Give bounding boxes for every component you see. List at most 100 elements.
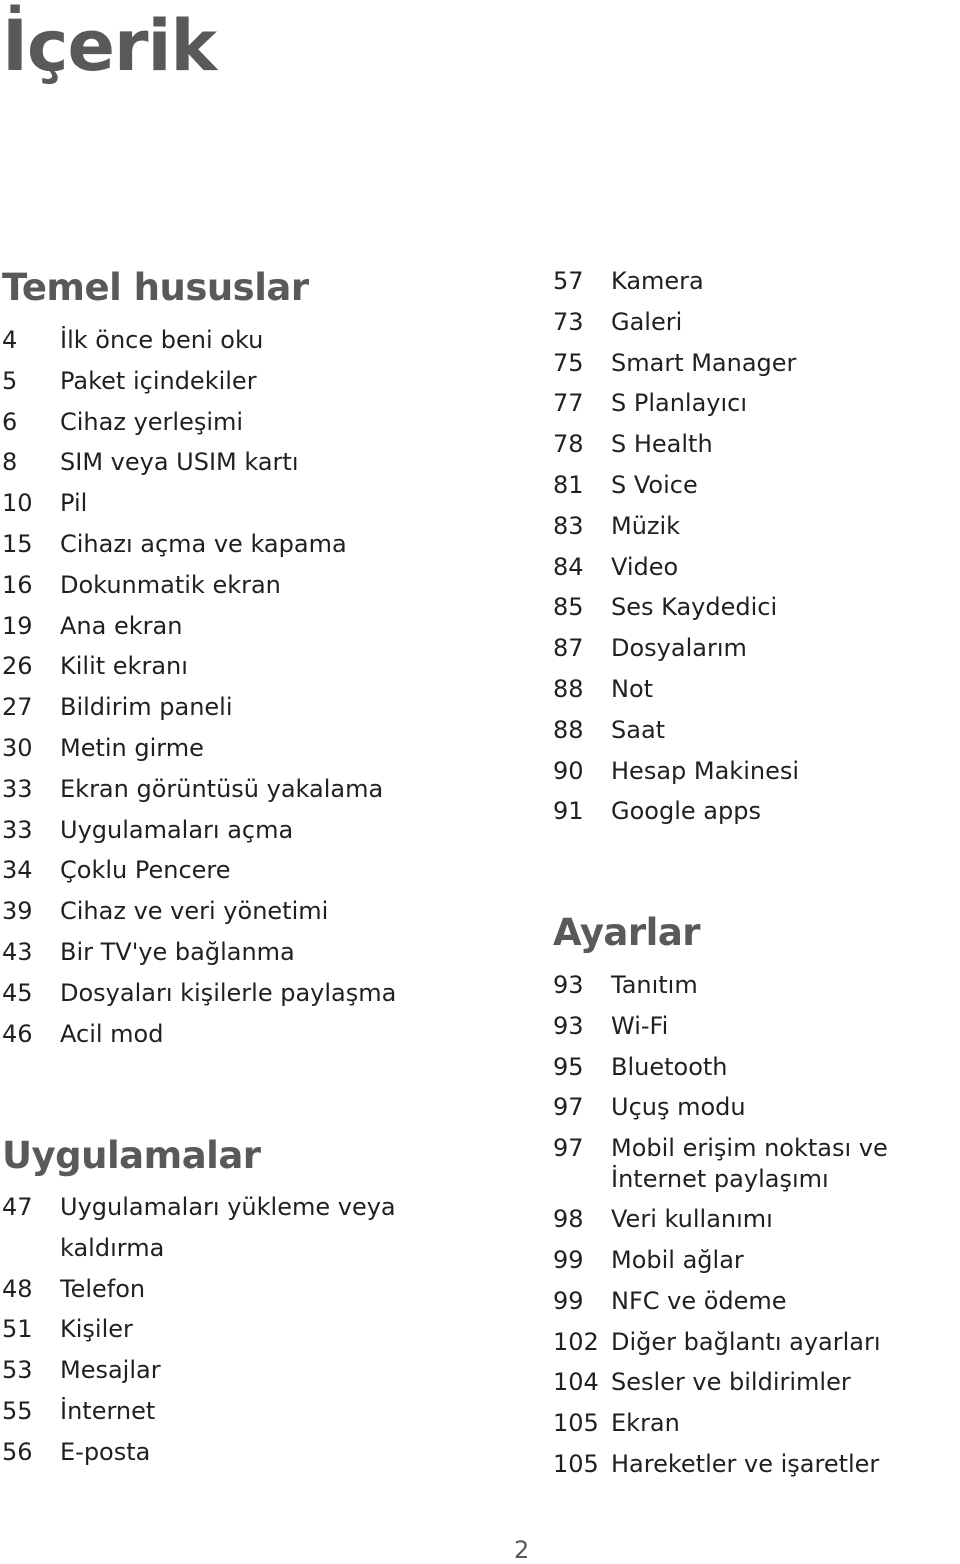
toc-entry-label: Sesler ve bildirimler	[611, 1368, 851, 1397]
toc-entry-label: Diğer bağlantı ayarları	[611, 1327, 881, 1356]
toc-entry[interactable]: 27 Bildirim paneli	[2, 687, 502, 728]
toc-entry[interactable]: 33 Ekran görüntüsü yakalama	[2, 769, 502, 810]
toc-entry-page: 33	[2, 774, 33, 803]
toc-entry[interactable]: 56 E-posta	[2, 1432, 502, 1473]
toc-entry-label: Kamera	[611, 267, 704, 295]
toc-list-uygulamalar: 47 Uygulamaları yükleme veya kaldırma 48 Te…	[2, 1187, 502, 1473]
toc-entry[interactable]: 43 Bir TV'ye bağlanma	[2, 932, 502, 973]
toc-entry-page: 51	[2, 1315, 33, 1344]
toc-entry-label: Cihazı açma ve kapama	[60, 529, 347, 558]
toc-entry[interactable]: 73 Galeri	[553, 302, 960, 343]
toc-entry[interactable]: 91 Google apps	[553, 791, 960, 832]
toc-entry-page: 4	[2, 326, 18, 354]
toc-entry[interactable]: 98 Veri kullanımı	[553, 1199, 960, 1240]
toc-entry[interactable]: 93 Wi-Fi	[553, 1006, 960, 1047]
toc-entry-label: Metin girme	[60, 733, 204, 762]
toc-entry[interactable]: 55 İnternet	[2, 1391, 502, 1432]
section-heading-temel-hususlar: Temel hususlar	[2, 266, 309, 309]
toc-entry[interactable]: 53 Mesajlar	[2, 1350, 502, 1391]
toc-entry[interactable]: 6 Cihaz yerleşimi	[2, 402, 502, 443]
toc-entry-label: Çoklu Pencere	[60, 856, 231, 885]
toc-entry[interactable]: 34 Çoklu Pencere	[2, 850, 502, 891]
toc-entry-label: İlk önce beni oku	[60, 326, 264, 354]
toc-entry-label: Ana ekran	[60, 611, 183, 640]
toc-entry-page: 30	[2, 733, 33, 762]
toc-entry-page: 34	[2, 856, 33, 885]
toc-entry[interactable]: 26 Kilit ekranı	[2, 646, 502, 687]
toc-entry[interactable]: 105 Hareketler ve işaretler	[553, 1444, 960, 1485]
toc-entry[interactable]: 51 Kişiler	[2, 1309, 502, 1350]
toc-entry-page: 93	[553, 1011, 584, 1040]
toc-entry[interactable]: 99 NFC ve ödeme	[553, 1281, 960, 1322]
toc-entry[interactable]: 10 Pil	[2, 483, 502, 524]
toc-entry[interactable]: 105 Ekran	[553, 1403, 960, 1444]
toc-entry-page: 39	[2, 897, 33, 926]
toc-entry-label: SIM veya USIM kartı	[60, 448, 299, 477]
toc-entry-page: 45	[2, 978, 33, 1007]
toc-entry[interactable]: 48 Telefon	[2, 1269, 502, 1310]
toc-entry-page: 78	[553, 430, 584, 459]
toc-entry-label: Uygulamaları yükleme veya kaldırma	[60, 1193, 396, 1262]
toc-entry-label: Dosyaları kişilerle paylaşma	[60, 978, 397, 1007]
toc-entry[interactable]: 85 Ses Kaydedici	[553, 587, 960, 628]
toc-entry[interactable]: 93 Tanıtım	[553, 965, 960, 1006]
toc-entry-label: İnternet	[60, 1396, 156, 1425]
toc-entry-label: Saat	[611, 715, 666, 744]
toc-entry-page: 88	[553, 674, 584, 703]
toc-entry[interactable]: 15 Cihazı açma ve kapama	[2, 524, 502, 565]
toc-entry[interactable]: 102 Diğer bağlantı ayarları	[553, 1322, 960, 1363]
toc-entry[interactable]: 95 Bluetooth	[553, 1047, 960, 1088]
toc-entry-page: 56	[2, 1437, 33, 1466]
toc-entry-page: 43	[2, 937, 33, 966]
toc-entry[interactable]: 87 Dosyalarım	[553, 628, 960, 669]
toc-entry-page: 15	[2, 529, 33, 558]
toc-entry-page: 99	[553, 1245, 584, 1274]
toc-entry[interactable]: 97 Mobil erişim noktası ve İnternet payla…	[553, 1128, 960, 1199]
toc-entry[interactable]: 83 Müzik	[553, 506, 960, 547]
toc-entry[interactable]: 5 Paket içindekiler	[2, 361, 502, 402]
toc-entry-page: 83	[553, 511, 584, 540]
toc-entry[interactable]: 75 Smart Manager	[553, 343, 960, 384]
toc-entry[interactable]: 33 Uygulamaları açma	[2, 810, 502, 851]
toc-entry[interactable]: 88 Not	[553, 669, 960, 710]
toc-entry[interactable]: 45 Dosyaları kişilerle paylaşma	[2, 973, 502, 1014]
toc-entry[interactable]: 16 Dokunmatik ekran	[2, 565, 502, 606]
toc-entry[interactable]: 4 İlk önce beni oku	[2, 320, 502, 361]
toc-entry[interactable]: 81 S Voice	[553, 465, 960, 506]
toc-entry-page: 105	[553, 1449, 599, 1478]
section-heading-uygulamalar: Uygulamalar	[2, 1134, 261, 1177]
toc-entry[interactable]: 88 Saat	[553, 710, 960, 751]
toc-entry-label: Mobil ağlar	[611, 1245, 744, 1274]
toc-entry-label: Cihaz yerleşimi	[60, 407, 244, 436]
toc-entry[interactable]: 57 Kamera	[553, 261, 960, 302]
toc-entry-label: Pil	[60, 489, 88, 518]
toc-entry[interactable]: 104 Sesler ve bildirimler	[553, 1362, 960, 1403]
toc-entry[interactable]: 77 S Planlayıcı	[553, 383, 960, 424]
toc-entry[interactable]: 39 Cihaz ve veri yönetimi	[2, 891, 502, 932]
toc-entry[interactable]: 90 Hesap Makinesi	[553, 751, 960, 792]
toc-entry[interactable]: 19 Ana ekran	[2, 606, 502, 647]
toc-entry-page: 98	[553, 1205, 584, 1234]
toc-entry[interactable]: 84 Video	[553, 547, 960, 588]
toc-entry-label: Uygulamaları açma	[60, 815, 294, 844]
toc-entry[interactable]: 99 Mobil ağlar	[553, 1240, 960, 1281]
toc-entry[interactable]: 30 Metin girme	[2, 728, 502, 769]
toc-entry-page: 57	[553, 267, 584, 295]
toc-entry-page: 105	[553, 1409, 599, 1438]
toc-entry-page: 48	[2, 1274, 33, 1303]
toc-entry[interactable]: 46 Acil mod	[2, 1014, 502, 1055]
toc-entry-label: Mesajlar	[60, 1356, 161, 1385]
toc-entry-label: Paket içindekiler	[60, 366, 257, 395]
toc-entry-page: 104	[553, 1368, 599, 1397]
toc-entry[interactable]: 47 Uygulamaları yükleme veya kaldırma	[2, 1187, 502, 1269]
toc-entry-page: 87	[553, 634, 584, 663]
toc-entry-label: S Health	[611, 430, 713, 459]
toc-entry[interactable]: 78 S Health	[553, 424, 960, 465]
toc-entry-label: Bildirim paneli	[60, 693, 233, 722]
toc-entry-page: 90	[553, 756, 584, 785]
toc-entry[interactable]: 97 Uçuş modu	[553, 1087, 960, 1128]
toc-entry[interactable]: 8 SIM veya USIM kartı	[2, 442, 502, 483]
toc-entry-page: 26	[2, 652, 33, 681]
toc-entry-page: 97	[553, 1134, 584, 1163]
toc-entry-label: Wi-Fi	[611, 1011, 669, 1040]
